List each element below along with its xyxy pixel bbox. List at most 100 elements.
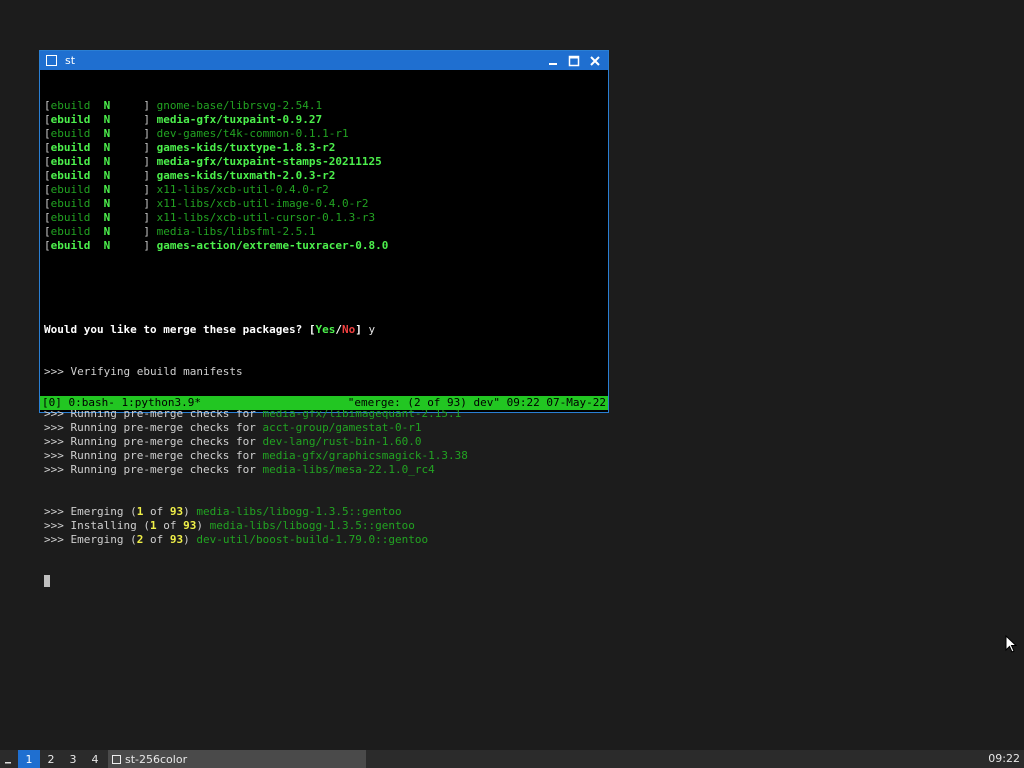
progress-of: of <box>143 505 170 518</box>
maximize-button[interactable] <box>565 53 583 69</box>
taskbar: 1234 st-256color 09:22 <box>0 750 1024 768</box>
bracket-close: ] <box>110 99 157 112</box>
terminal-output[interactable]: [ebuild N ] gnome-base/librsvg-2.54.1 [eb… <box>42 71 606 587</box>
package-name: dev-lang/rust-bin-1.60.0 <box>262 435 422 448</box>
package-name: x11-libs/xcb-util-image-0.4.0-r2 <box>156 197 369 210</box>
bracket-open: [ <box>44 239 51 252</box>
premerge-prefix: >>> Running pre-merge checks for <box>44 463 263 476</box>
terminal-window[interactable]: st [ebuild N ] gnome-base/librsvg-2.54.1… <box>39 50 609 587</box>
package-name: media-libs/libogg-1.3.5::gentoo <box>209 519 415 532</box>
ebuild-label: ebuild <box>50 155 91 168</box>
progress-verb: >>> Emerging ( <box>44 505 137 518</box>
desktop: st [ebuild N ] gnome-base/librsvg-2.54.1… <box>0 0 1024 768</box>
progress-of: of <box>156 519 184 532</box>
premerge-line: >>> Running pre-merge checks for media-g… <box>44 449 606 463</box>
workspace-3[interactable]: 3 <box>62 750 84 768</box>
merge-yes-option: Yes <box>315 323 336 336</box>
bracket-open: [ <box>44 113 51 126</box>
bracket-open: [ <box>44 99 51 112</box>
ebuild-line: [ebuild N ] dev-games/t4k-common-0.1.1-r… <box>44 127 606 141</box>
package-name: media-libs/libogg-1.3.5::gentoo <box>196 505 402 518</box>
progress-close: ) <box>196 519 210 532</box>
ebuild-label: ebuild <box>50 239 91 252</box>
package-name: dev-games/t4k-common-0.1.1-r1 <box>156 127 349 140</box>
progress-close: ) <box>183 505 197 518</box>
progress-current: 1 <box>149 519 157 532</box>
package-name: games-action/extreme-tuxracer-0.8.0 <box>156 239 389 252</box>
text-cursor <box>44 575 50 587</box>
workspace-2[interactable]: 2 <box>40 750 62 768</box>
bracket-close: ] <box>110 239 157 252</box>
progress-verb: >>> Emerging ( <box>44 533 137 546</box>
ebuild-label: ebuild <box>50 127 91 140</box>
ebuild-line: [ebuild N ] games-kids/tuxtype-1.8.3-r2 <box>44 141 606 155</box>
clock: 09:22 <box>988 752 1020 765</box>
premerge-line: >>> Running pre-merge checks for acct-gr… <box>44 421 606 435</box>
bracket-close: ] <box>110 211 157 224</box>
package-name: acct-group/gamestat-0-r1 <box>262 421 422 434</box>
package-name: media-gfx/graphicsmagick-1.3.38 <box>262 449 468 462</box>
bracket-open: [ <box>44 169 51 182</box>
mouse-pointer-icon <box>1005 635 1017 653</box>
ebuild-line: [ebuild N ] games-action/extreme-tuxrace… <box>44 239 606 253</box>
ebuild-label: ebuild <box>50 113 91 126</box>
tmux-status-right: "emerge: (2 of 93) dev" 09:22 07-May-22 <box>347 396 606 409</box>
merge-answer: y <box>368 323 376 336</box>
premerge-prefix: >>> Running pre-merge checks for <box>44 449 263 462</box>
workspace-1[interactable]: 1 <box>18 750 40 768</box>
bracket-close: ] <box>110 127 157 140</box>
bracket-open: [ <box>44 197 51 210</box>
window-titlebar[interactable]: st <box>40 51 608 70</box>
package-name: media-gfx/tuxpaint-0.9.27 <box>156 113 323 126</box>
progress-total: 93 <box>169 533 184 546</box>
window-title: st <box>65 54 76 67</box>
progress-line: >>> Emerging (1 of 93) media-libs/libogg… <box>44 505 606 519</box>
tmux-status-bar: [0] 0:bash- 1:python3.9* "emerge: (2 of … <box>40 396 608 410</box>
progress-total: 93 <box>183 519 197 532</box>
workspace-4[interactable]: 4 <box>84 750 106 768</box>
close-icon <box>590 55 600 66</box>
merge-prompt: Would you like to merge these packages? … <box>44 323 376 336</box>
ebuild-line: [ebuild N ] media-gfx/tuxpaint-stamps-20… <box>44 155 606 169</box>
bracket-close: ] <box>110 141 157 154</box>
bracket-open: [ <box>44 141 51 154</box>
ebuild-label: ebuild <box>50 169 91 182</box>
ebuild-label: ebuild <box>50 183 91 196</box>
bracket-close: ] <box>110 183 157 196</box>
window-icon <box>46 55 57 66</box>
premerge-list: >>> Running pre-merge checks for media-g… <box>44 407 606 477</box>
package-name: dev-util/boost-build-1.79.0::gentoo <box>196 533 429 546</box>
bracket-close: ] <box>110 197 157 210</box>
task-st-256color[interactable]: st-256color <box>108 750 366 768</box>
verify-line: >>> Verifying ebuild manifests <box>44 365 243 378</box>
minimize-button[interactable] <box>544 53 562 69</box>
ebuild-label: ebuild <box>50 99 91 112</box>
premerge-prefix: >>> Running pre-merge checks for <box>44 435 263 448</box>
close-button[interactable] <box>586 53 604 69</box>
ebuild-line: [ebuild N ] media-libs/libsfml-2.5.1 <box>44 225 606 239</box>
package-name: media-gfx/tuxpaint-stamps-20211125 <box>156 155 382 168</box>
package-name: x11-libs/xcb-util-0.4.0-r2 <box>156 183 329 196</box>
maximize-icon <box>568 55 580 66</box>
premerge-line: >>> Running pre-merge checks for dev-lan… <box>44 435 606 449</box>
bracket-open: [ <box>44 127 51 140</box>
ebuild-line: [ebuild N ] gnome-base/librsvg-2.54.1 <box>44 99 606 113</box>
taskbar-menu-button[interactable] <box>0 750 18 768</box>
package-name: x11-libs/xcb-util-cursor-0.1.3-r3 <box>156 211 376 224</box>
ebuild-line: [ebuild N ] x11-libs/xcb-util-0.4.0-r2 <box>44 183 606 197</box>
progress-total: 93 <box>169 505 184 518</box>
bracket-open: [ <box>44 211 51 224</box>
task-label: st-256color <box>125 752 188 766</box>
package-name: gnome-base/librsvg-2.54.1 <box>156 99 323 112</box>
ebuild-line: [ebuild N ] games-kids/tuxmath-2.0.3-r2 <box>44 169 606 183</box>
workspace-switcher: 1234 <box>18 750 106 768</box>
package-name: games-kids/tuxtype-1.8.3-r2 <box>156 141 336 154</box>
